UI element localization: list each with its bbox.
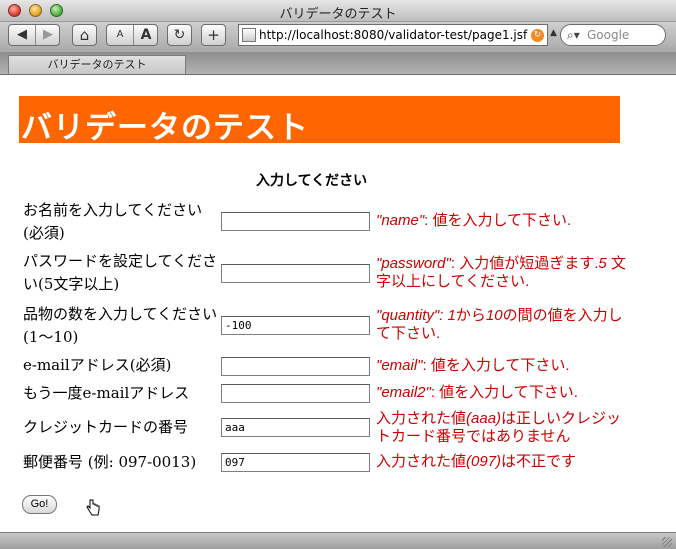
error-text-segment: 入力された値 [376,453,467,470]
error-text-segment: : 値を入力して下さい. [424,212,572,229]
page-banner: バリデータのテスト [19,96,620,146]
text-smaller-button[interactable]: A [107,25,133,45]
hand-cursor-icon [86,499,100,516]
email-input[interactable] [221,357,370,376]
quantity-error: "quantity": 1から10の間の値を入力して下さい. [376,307,626,343]
error-text-segment: : 1 [439,307,456,324]
error-text-segment: "email2" [376,384,431,401]
back-button[interactable]: ◀ [9,25,35,45]
add-bookmark-button[interactable]: + [201,24,226,46]
error-text-segment: (aaa) [466,410,502,427]
search-placeholder: Google [587,28,630,42]
error-text-segment: : 入力値が短過ぎます. [450,255,599,272]
home-icon: ⌂ [79,26,90,44]
go-submit-button[interactable]: Go! [22,495,57,514]
error-text-segment: : 値を入力して下さい. [422,357,570,374]
postal-code-label: 郵便番号 (例: 097-0013) [23,453,197,471]
quantity-label: 品物の数を入力してください(1〜10) [23,305,218,346]
address-bar[interactable]: http://localhost:8080/validator-test/pag… [238,24,548,46]
error-text-segment: 5 [598,255,607,272]
reload-icon: ↻ [173,27,186,43]
password-label: パスワードを設定してください(5文字以上) [23,252,218,293]
error-text-segment: "password" [376,255,451,272]
email2-input[interactable] [221,384,370,403]
name-input[interactable] [221,212,370,231]
email2-label: もう一度e-mailアドレス [23,384,190,402]
error-text-segment: : 値を入力して下さい. [430,384,578,401]
plus-icon: + [207,26,220,44]
window-title: バリデータのテスト [279,7,397,22]
tab-validator-test[interactable]: バリデータのテスト [8,55,186,74]
error-text-segment: "email" [376,357,423,374]
error-text-segment: から [455,307,486,324]
password-error: "password": 入力値が短過ぎます.5 文字以上にしてください. [376,255,626,291]
name-error: "name": 値を入力して下さい. [376,212,626,230]
credit-card-error: 入力された値(aaa)は正しいクレジットカード番号ではありません [376,410,626,446]
email2-error: "email2": 値を入力して下さい. [376,384,626,402]
credit-card-input[interactable] [221,418,370,437]
error-text-segment: "quantity" [376,307,440,324]
reload-button[interactable]: ↻ [167,24,192,46]
home-button[interactable]: ⌂ [72,24,97,46]
address-url: http://localhost:8080/validator-test/pag… [259,28,528,42]
password-input[interactable] [221,264,370,283]
error-text-segment: "name" [376,212,425,229]
postal-code-input[interactable] [221,453,370,472]
page-title: バリデータのテスト [21,110,309,146]
search-field[interactable]: ⌕▾ Google [560,24,666,46]
search-icon: ⌕▾ [567,28,580,42]
quantity-input[interactable] [221,316,370,335]
email-label: e-mailアドレス(必須) [23,356,172,374]
page-favicon-icon [242,28,256,42]
form-prompt: 入力してください [256,173,368,189]
error-text-segment: 入力された値 [376,410,467,427]
tab-bar: バリデータのテスト [0,52,676,75]
error-text-segment: 10 [485,307,503,324]
back-forward-group: ◀ ▶ [8,24,60,46]
window-titlebar: バリデータのテスト [0,0,676,22]
status-bar [0,532,676,549]
text-bigger-button[interactable]: A [134,25,158,45]
email-error: "email": 値を入力して下さい. [376,357,626,375]
credit-card-label: クレジットカードの番号 [23,418,189,436]
error-text-segment: (097) [466,453,502,470]
name-label: お名前を入力してください(必須) [23,201,203,242]
forward-button[interactable]: ▶ [36,25,60,45]
rss-icon[interactable]: ↻ [531,29,544,42]
text-size-group: A A [106,24,158,46]
resize-grip-icon[interactable] [662,537,672,547]
error-text-segment: は不正です [501,453,577,470]
url-history-chevron-icon[interactable]: ▲ [550,28,557,38]
postal-code-error: 入力された値(097)は不正です [376,453,626,471]
